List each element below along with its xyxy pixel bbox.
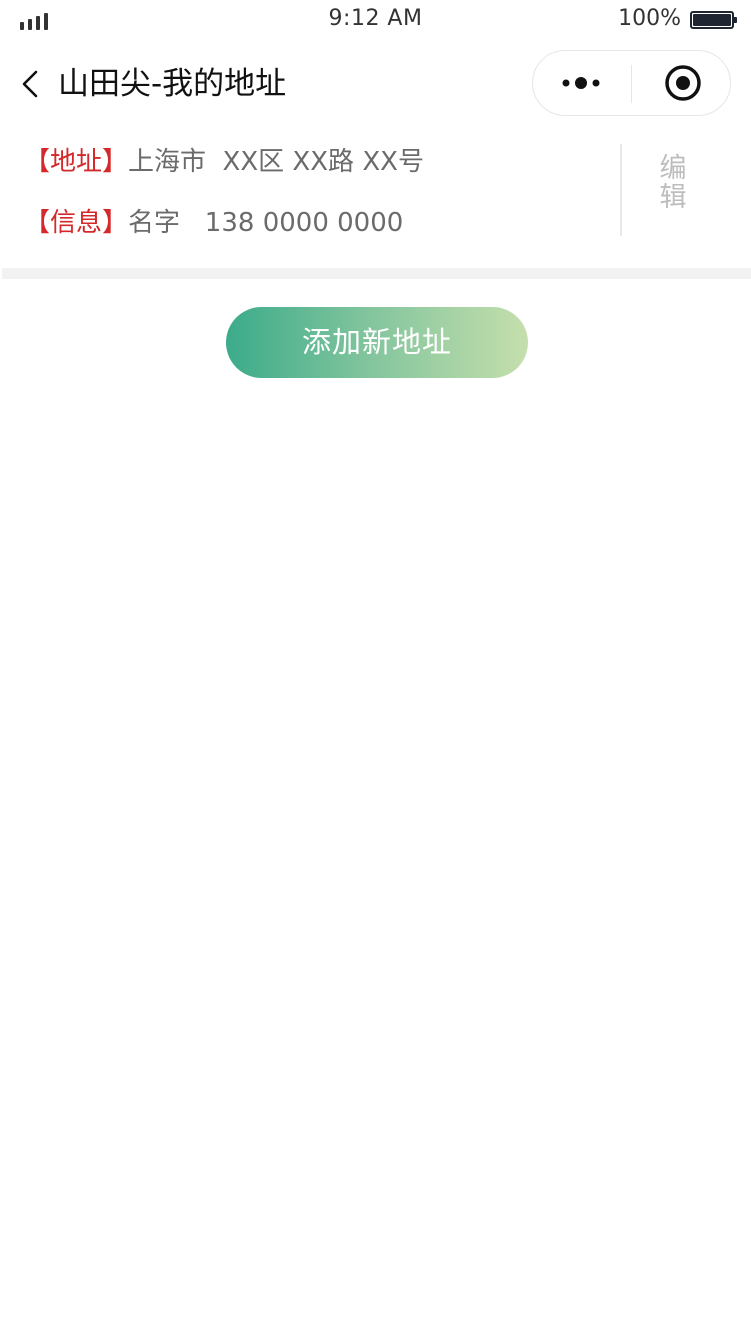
- edit-button[interactable]: 编辑: [652, 154, 694, 212]
- status-bar: 9:12 AM 100%: [0, 0, 751, 42]
- target-circle-icon: [665, 65, 701, 101]
- more-button[interactable]: [533, 51, 631, 115]
- section-separator: [2, 268, 751, 279]
- mini-program-capsule: [532, 50, 731, 116]
- back-chevron-icon[interactable]: [18, 66, 44, 102]
- nav-bar: 山田尖-我的地址: [0, 42, 751, 128]
- address-card[interactable]: 【地址】上海市 XX区 XX路 XX号 【信息】名字 138 0000 0000…: [0, 128, 751, 268]
- info-line: 【信息】名字 138 0000 0000: [24, 205, 403, 241]
- battery-percent: 100%: [618, 6, 681, 31]
- address-value: 上海市 XX区 XX路 XX号: [128, 147, 424, 177]
- add-address-button[interactable]: 添加新地址: [226, 307, 528, 378]
- card-divider: [620, 144, 622, 236]
- page-title: 山田尖-我的地址: [58, 66, 287, 102]
- battery-icon: [690, 11, 737, 29]
- info-value: 名字 138 0000 0000: [128, 208, 404, 238]
- address-tag: 【地址】: [24, 147, 129, 177]
- info-tag: 【信息】: [24, 208, 129, 238]
- address-line: 【地址】上海市 XX区 XX路 XX号: [24, 144, 424, 180]
- more-dots-icon: [562, 77, 600, 89]
- close-button[interactable]: [632, 51, 730, 115]
